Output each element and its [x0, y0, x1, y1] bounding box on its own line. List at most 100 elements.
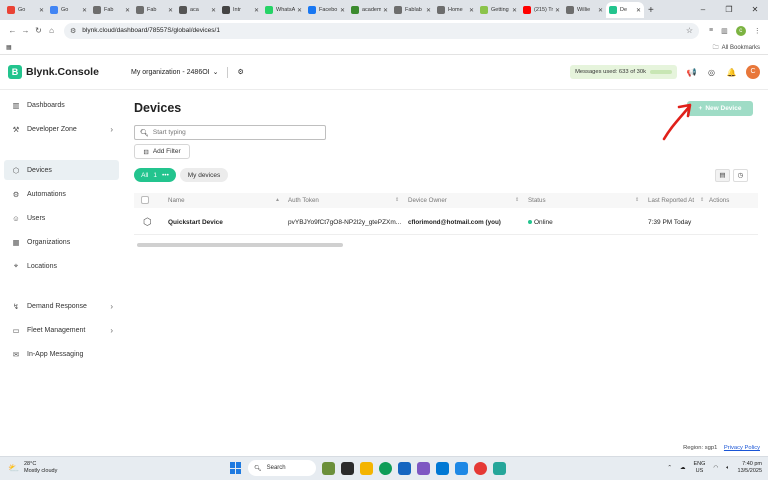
site-info-icon[interactable]: ⚙	[70, 27, 76, 35]
sort-icon[interactable]: ⇕	[515, 197, 519, 203]
browser-tab[interactable]: WhatsA ✕	[262, 2, 305, 18]
table-row[interactable]: ⬡ Quickstart Device pvYBJYo9fCt7gO8-NP2l…	[134, 211, 758, 235]
announcements-icon[interactable]: 📢	[686, 68, 697, 77]
sidebar-item-locations[interactable]: ⌖ Locations	[4, 256, 119, 276]
app-icon[interactable]	[493, 461, 506, 475]
status-view-icon[interactable]: ◷	[733, 169, 748, 182]
sidebar-item-developer-zone[interactable]: ⚒ Developer Zone ›	[4, 119, 119, 139]
chevron-right-icon[interactable]: ›	[110, 125, 113, 134]
sidebar-item-in-app-messaging[interactable]: ✉ In-App Messaging	[4, 344, 119, 364]
org-settings-icon[interactable]: ⚙	[237, 68, 243, 76]
column-header-auth-token[interactable]: Auth Token	[288, 193, 319, 208]
tab-close-icon[interactable]: ✕	[168, 7, 173, 14]
url-bar[interactable]: ⚙ blynk.cloud/dashboard/78557S/global/de…	[64, 22, 699, 39]
tab-close-icon[interactable]: ✕	[383, 7, 388, 14]
sidebar-item-dashboards[interactable]: ▥ Dashboards	[4, 95, 119, 115]
help-icon[interactable]: ◎	[706, 68, 717, 77]
tab-close-icon[interactable]: ✕	[211, 7, 216, 14]
browser-tab[interactable]: academ ✕	[348, 2, 391, 18]
media-icon[interactable]: ≡	[709, 27, 713, 34]
browser-menu-icon[interactable]: ⋮	[754, 27, 761, 35]
clock[interactable]: 7:40 pm 13/5/2025	[738, 461, 762, 475]
start-icon[interactable]	[230, 462, 242, 474]
home-icon[interactable]: ⌂	[45, 26, 58, 35]
task-view-icon[interactable]	[341, 461, 354, 475]
cloud-icon[interactable]: ☁	[680, 465, 686, 471]
browser-tab[interactable]: Facebo ✕	[305, 2, 348, 18]
browser-tab[interactable]: Home ✕	[434, 2, 477, 18]
tab-close-icon[interactable]: ✕	[636, 7, 641, 14]
sidebar-item-automations[interactable]: ⚙ Automations	[4, 184, 119, 204]
more-icon[interactable]: •••	[162, 172, 169, 179]
column-header-name[interactable]: Name	[168, 193, 185, 208]
copilot-icon[interactable]	[417, 461, 430, 475]
avatar[interactable]: C	[746, 65, 760, 79]
file-explorer-icon[interactable]	[360, 461, 373, 475]
tab-close-icon[interactable]: ✕	[254, 7, 259, 14]
chevron-right-icon[interactable]: ›	[110, 302, 113, 311]
sidebar-item-users[interactable]: ☺ Users	[4, 208, 119, 228]
store-icon[interactable]	[398, 461, 411, 475]
browser-tab[interactable]: Go ✕	[4, 2, 47, 18]
weather-widget[interactable]: ⛅ 28°C Mostly cloudy	[8, 461, 57, 475]
blynk-logo[interactable]: B Blynk.Console	[8, 65, 128, 79]
edge-icon[interactable]	[379, 461, 392, 475]
privacy-policy-link[interactable]: Privacy Policy	[724, 445, 760, 451]
horizontal-scrollbar[interactable]	[137, 243, 343, 247]
wifi-icon[interactable]: ◠	[713, 465, 718, 471]
bookmark-star-icon[interactable]: ☆	[686, 26, 693, 35]
chevron-up-icon[interactable]: ⌃	[667, 465, 672, 471]
tab-close-icon[interactable]: ✕	[125, 7, 130, 14]
sidepanel-icon[interactable]: ▥	[721, 27, 728, 35]
device-search[interactable]: 🔍︎	[134, 125, 326, 140]
browser-tab[interactable]: Fablab ✕	[391, 2, 434, 18]
column-header-status[interactable]: Status	[528, 193, 546, 208]
browser-tab[interactable]: Getting ✕	[477, 2, 520, 18]
chevron-right-icon[interactable]: ›	[110, 326, 113, 335]
filter-chip-all[interactable]: All 1 •••	[134, 168, 176, 182]
filter-chip-my-devices[interactable]: My devices	[180, 168, 228, 182]
tab-close-icon[interactable]: ✕	[39, 7, 44, 14]
volume-icon[interactable]: 🔈︎	[726, 465, 729, 472]
sort-icon[interactable]: ⇕	[700, 197, 704, 203]
tab-close-icon[interactable]: ✕	[512, 7, 517, 14]
apps-grid-icon[interactable]: ▦	[6, 44, 12, 51]
profile-icon[interactable]: c	[735, 25, 746, 36]
column-header-last-reported[interactable]: Last Reported At	[648, 193, 694, 208]
browser-tab[interactable]: Go ✕	[47, 2, 90, 18]
tab-close-icon[interactable]: ✕	[598, 7, 603, 14]
device-name[interactable]: Quickstart Device	[168, 211, 223, 235]
sort-icon[interactable]: ⇕	[395, 197, 399, 203]
tab-close-icon[interactable]: ✕	[469, 7, 474, 14]
widgets-app-icon[interactable]	[322, 461, 335, 475]
sidebar-item-devices[interactable]: ⬡ Devices	[4, 160, 119, 180]
sort-up-icon[interactable]: ▲	[275, 197, 280, 203]
organization-selector[interactable]: My organization - 2486OI ⌄ ⚙	[131, 66, 244, 78]
sort-icon[interactable]: ⇕	[635, 197, 639, 203]
sidebar-item-organizations[interactable]: ▦ Organizations	[4, 232, 119, 252]
browser-tab[interactable]: (215) Tr ✕	[520, 2, 563, 18]
language-indicator[interactable]: ENG US	[693, 461, 705, 475]
new-tab-icon[interactable]: +	[648, 5, 654, 16]
tab-close-icon[interactable]: ✕	[340, 7, 345, 14]
list-view-icon[interactable]: ▤	[715, 169, 730, 182]
tab-close-icon[interactable]: ✕	[297, 7, 302, 14]
minimize-icon[interactable]: –	[690, 0, 716, 20]
search-input[interactable]	[152, 129, 323, 136]
tab-close-icon[interactable]: ✕	[426, 7, 431, 14]
restore-icon[interactable]: ❐	[716, 0, 742, 20]
back-icon[interactable]: ←	[6, 26, 19, 35]
outlook-icon[interactable]	[436, 461, 449, 475]
tab-close-icon[interactable]: ✕	[555, 7, 560, 14]
close-window-icon[interactable]: ✕	[742, 0, 768, 20]
column-header-device-owner[interactable]: Device Owner	[408, 193, 447, 208]
browser-tab[interactable]: Fab ✕	[133, 2, 176, 18]
browser-tab[interactable]: Intr ✕	[219, 2, 262, 18]
app-icon[interactable]	[455, 461, 468, 475]
browser-tab[interactable]: Fab ✕	[90, 2, 133, 18]
browser-tab[interactable]: aca ✕	[176, 2, 219, 18]
all-bookmarks-button[interactable]: 🗀 All Bookmarks	[713, 43, 760, 53]
sidebar-item-demand-response[interactable]: ↯ Demand Response ›	[4, 296, 119, 316]
add-filter-button[interactable]: ⊟ Add Filter	[134, 144, 190, 159]
tab-close-icon[interactable]: ✕	[82, 7, 87, 14]
